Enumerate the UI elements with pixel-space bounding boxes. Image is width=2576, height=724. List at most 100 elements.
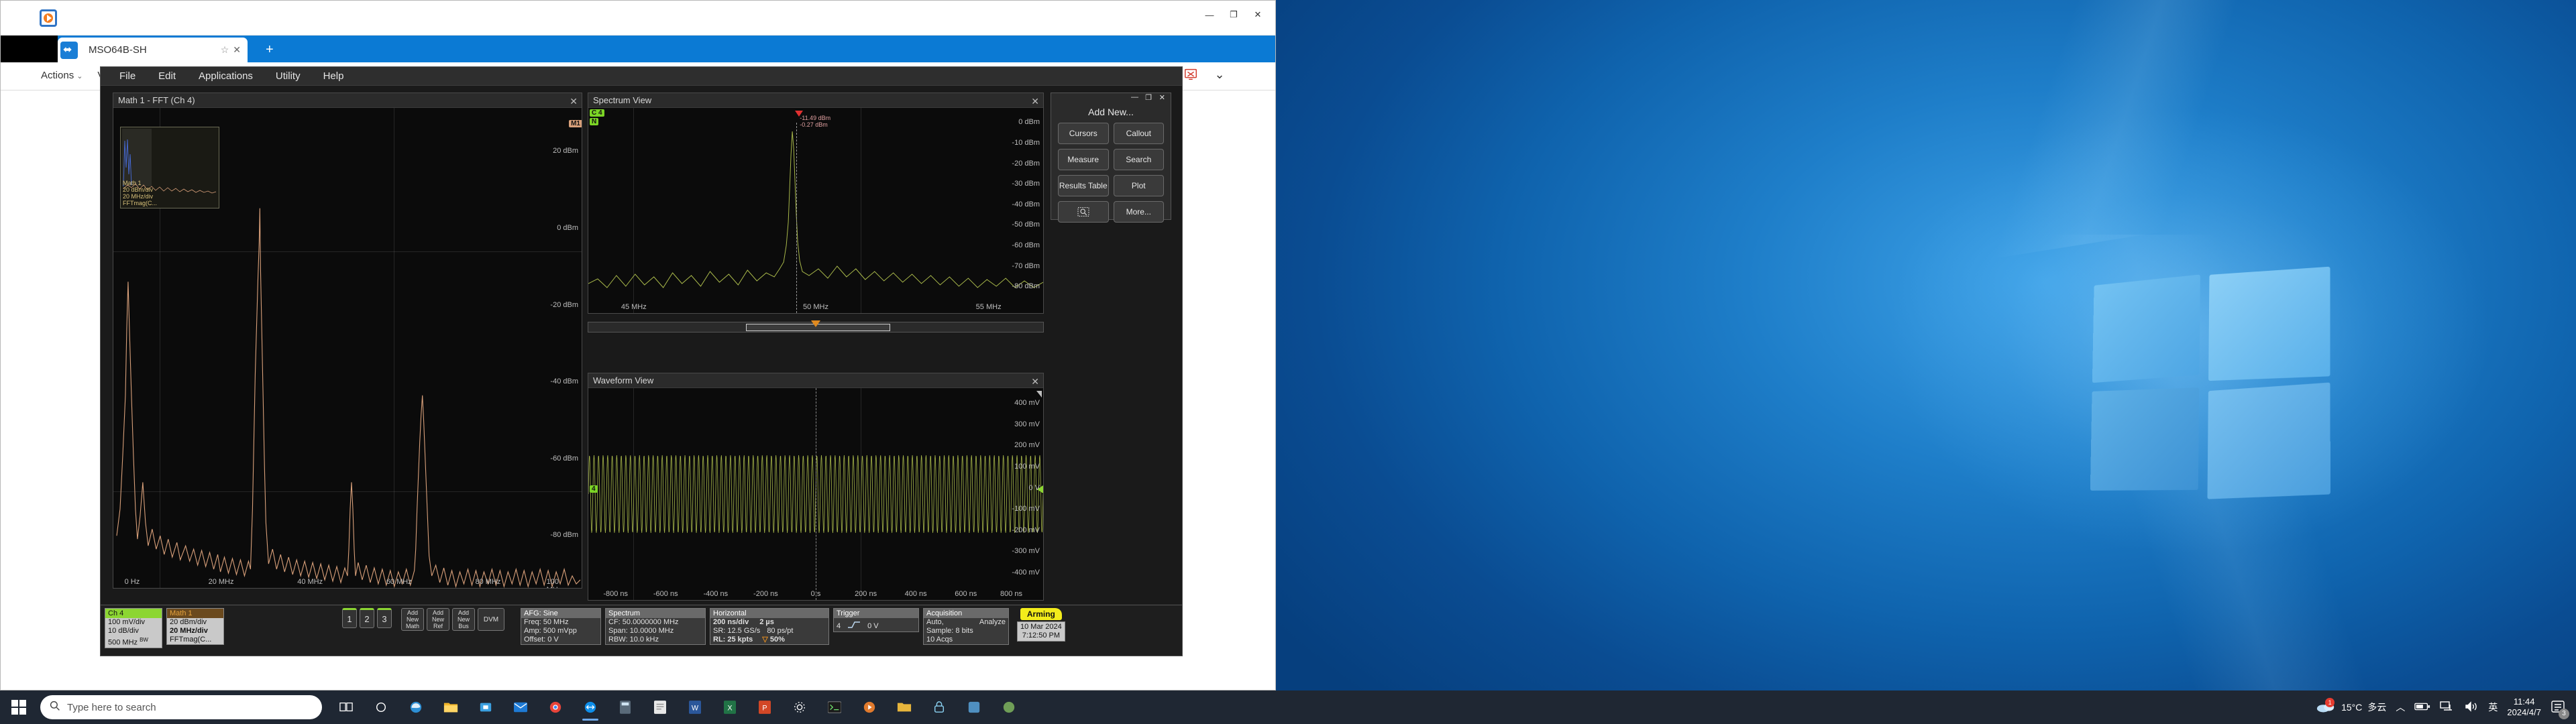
- minimize-icon[interactable]: —: [1197, 6, 1222, 23]
- math-fft-pane[interactable]: Math 1 - FFT (Ch 4) ✕: [113, 93, 582, 589]
- windows-icon[interactable]: [0, 690, 38, 724]
- trigger-badge[interactable]: Trigger 4 0 V: [833, 608, 919, 632]
- trigger-position-marker[interactable]: [811, 320, 820, 327]
- taskbar-clock[interactable]: 11:44 2024/4/7: [2507, 697, 2541, 718]
- channel-button-2[interactable]: 2: [360, 608, 374, 628]
- scope-menu-applications[interactable]: Applications: [199, 70, 253, 82]
- spectrum-plot-area[interactable]: C 4 N -11.49 dBm -0.27 dBm 0 dBm -10 dBm: [588, 108, 1043, 313]
- add-callout-button[interactable]: Callout: [1114, 123, 1165, 144]
- spectrum-view-pane[interactable]: Spectrum View ✕ C 4 N -11: [588, 93, 1044, 314]
- horizontal-badge[interactable]: Horizontal 200 ns/div 2 µs SR: 12.5 GS/s…: [710, 608, 829, 645]
- notepad-icon[interactable]: [645, 692, 675, 722]
- teamviewer-icon[interactable]: [576, 692, 605, 722]
- zoom-select-icon[interactable]: [1058, 201, 1109, 223]
- trigger-source[interactable]: 4: [837, 622, 841, 631]
- horizontal-row-1: 200 ns/div 2 µs: [710, 618, 828, 627]
- ch4-header: Ch 4: [105, 609, 162, 618]
- session-tab[interactable]: MSO64B-SH ☆ ✕: [58, 38, 248, 62]
- tab-close-icon[interactable]: ✕: [233, 44, 241, 56]
- cortana-icon[interactable]: [366, 692, 396, 722]
- add-results-table-button[interactable]: Results Table: [1058, 175, 1109, 196]
- excel-icon[interactable]: X: [715, 692, 745, 722]
- close-icon[interactable]: ✕: [570, 94, 578, 109]
- mail-icon[interactable]: [506, 692, 535, 722]
- edge-icon[interactable]: [401, 692, 431, 722]
- waveform-channel-marker[interactable]: 4: [590, 485, 598, 493]
- scope-menu-edit[interactable]: Edit: [158, 70, 176, 82]
- session-tab-title: MSO64B-SH: [89, 44, 221, 56]
- add-new-panel[interactable]: — ❐ ✕ Add New... Cursors Callout Measure…: [1051, 93, 1171, 220]
- vpn-icon[interactable]: [924, 692, 954, 722]
- restore-icon[interactable]: ❐: [1145, 93, 1152, 102]
- close-icon[interactable]: ✕: [1246, 6, 1270, 23]
- app-icon-1[interactable]: [959, 692, 989, 722]
- media-icon[interactable]: [855, 692, 884, 722]
- channel-buttons: 1 2 3: [342, 608, 392, 628]
- scope-menu-utility[interactable]: Utility: [276, 70, 301, 82]
- ime-indicator[interactable]: 英: [2488, 701, 2498, 714]
- file-explorer-icon[interactable]: [436, 692, 466, 722]
- add-cursors-button[interactable]: Cursors: [1058, 123, 1109, 144]
- teamviewer-window-controls[interactable]: — ❐ ✕: [1197, 6, 1270, 23]
- wave-xlabel-8: 800 ns: [1000, 590, 1022, 598]
- disconnect-monitor-icon[interactable]: [1182, 66, 1199, 83]
- record-length: RL: 25 kpts: [713, 636, 753, 644]
- app-icon-2[interactable]: [994, 692, 1024, 722]
- close-icon[interactable]: ✕: [1031, 94, 1039, 109]
- minimize-icon[interactable]: —: [1131, 93, 1138, 101]
- favorite-star-icon[interactable]: ☆: [221, 44, 229, 56]
- acquisition-badge[interactable]: Acquisition Auto, Analyze Sample: 8 bits…: [923, 608, 1009, 645]
- menu-actions[interactable]: Actions⌄: [41, 70, 83, 81]
- maximize-icon[interactable]: ❐: [1222, 6, 1246, 23]
- powerpoint-icon[interactable]: P: [750, 692, 780, 722]
- math-1-badge[interactable]: Math 1 20 dBm/div 20 MHz/div FFTmag(C...: [166, 608, 224, 645]
- new-tab-button[interactable]: +: [266, 42, 274, 58]
- folder-icon[interactable]: [890, 692, 919, 722]
- word-icon[interactable]: W: [680, 692, 710, 722]
- windows-logo: [2090, 269, 2330, 511]
- acq-row-3: 10 Acqs: [924, 636, 1008, 644]
- store-icon[interactable]: [471, 692, 500, 722]
- waveform-view-pane[interactable]: Waveform View ✕ 4: [588, 373, 1044, 601]
- add-new-ref-button[interactable]: Add New Ref: [427, 608, 449, 631]
- add-more-button[interactable]: More...: [1114, 201, 1165, 223]
- time-overview-bar[interactable]: [588, 322, 1044, 333]
- scope-menu-file[interactable]: File: [119, 70, 136, 82]
- chevron-up-icon[interactable]: ︿: [2396, 701, 2405, 714]
- dvm-button[interactable]: DVM: [478, 608, 504, 631]
- battery-icon[interactable]: [2414, 702, 2430, 713]
- notification-center-icon[interactable]: 3: [2551, 700, 2565, 715]
- math-plot-area[interactable]: Math 1 20 dBm/div 20 MHz/div FFTmag(C...…: [113, 108, 582, 588]
- network-icon[interactable]: [2440, 701, 2455, 715]
- close-icon[interactable]: ✕: [1159, 93, 1165, 102]
- spectrum-line-3: RBW: 10.0 kHz: [606, 636, 705, 644]
- add-search-button[interactable]: Search: [1114, 149, 1165, 170]
- close-icon[interactable]: ✕: [1031, 374, 1039, 389]
- spectrum-badge[interactable]: Spectrum CF: 50.0000000 MHz Span: 10.000…: [605, 608, 706, 645]
- channel-button-3[interactable]: 3: [377, 608, 392, 628]
- weather-widget[interactable]: 1 15°C 多云: [2316, 699, 2386, 716]
- calculator-icon[interactable]: [610, 692, 640, 722]
- volume-icon[interactable]: [2464, 701, 2479, 715]
- arming-status-badge[interactable]: Arming: [1020, 608, 1062, 620]
- search-input[interactable]: Type here to search: [40, 695, 322, 719]
- add-new-bus-button[interactable]: Add New Bus: [452, 608, 475, 631]
- weather-cloud-icon: 1: [2316, 699, 2336, 716]
- chevron-down-icon[interactable]: ⌄: [1211, 66, 1228, 83]
- terminal-icon[interactable]: [820, 692, 849, 722]
- channel-button-1[interactable]: 1: [342, 608, 357, 628]
- task-view-icon[interactable]: [331, 692, 361, 722]
- waveform-plot-area[interactable]: 4 400 mV 300 mV 200 mV 100 mV 0 V -100 m…: [588, 388, 1043, 600]
- scope-menu-help[interactable]: Help: [323, 70, 344, 82]
- math-thumbnail-inset[interactable]: Math 1 20 dBm/div 20 MHz/div FFTmag(C...: [120, 127, 219, 208]
- chrome-icon[interactable]: [541, 692, 570, 722]
- spectrum-channel-badge[interactable]: C 4: [590, 109, 604, 117]
- add-measure-button[interactable]: Measure: [1058, 149, 1109, 170]
- add-new-math-button[interactable]: Add New Math: [401, 608, 424, 631]
- settings-icon[interactable]: [785, 692, 814, 722]
- channel-4-badge[interactable]: Ch 4 100 mV/div 10 dB/div 500 MHz BW: [105, 608, 162, 648]
- add-plot-button[interactable]: Plot: [1114, 175, 1165, 196]
- spectrum-normal-badge[interactable]: N: [590, 118, 598, 125]
- afg-badge[interactable]: AFG: Sine Freq: 50 MHz Amp: 500 mVpp Off…: [521, 608, 601, 645]
- math-marker-badge[interactable]: M1: [569, 120, 582, 127]
